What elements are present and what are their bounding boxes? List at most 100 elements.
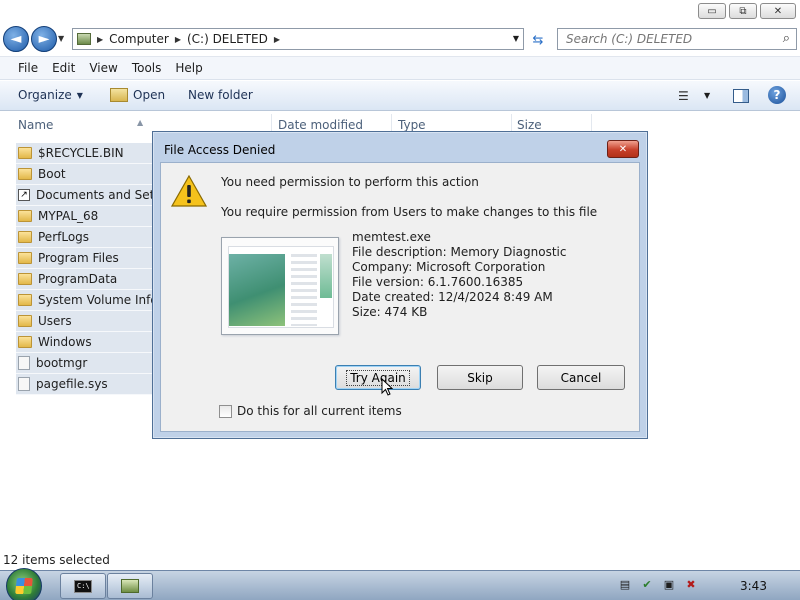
views-button[interactable]: ☰: [678, 89, 689, 103]
navigation-bar: ◄ ► ▼ ▶ Computer ▶ (C:) DELETED ▶ ▼ ⇆ ⌕: [0, 24, 800, 56]
document-icon[interactable]: ▤: [618, 577, 632, 591]
preview-pane-button[interactable]: [733, 89, 749, 103]
apply-to-all-checkbox[interactable]: [219, 404, 232, 418]
file-name: bootmgr: [36, 356, 88, 370]
search-box[interactable]: ⌕: [557, 28, 797, 50]
recent-pages-dropdown[interactable]: ▼: [58, 34, 64, 43]
folder-icon: [18, 147, 32, 159]
folder-icon: [18, 315, 32, 327]
shortcut-icon: ↗: [18, 189, 30, 201]
open-button[interactable]: Open: [110, 88, 165, 102]
close-window-button[interactable]: ✕: [760, 3, 796, 19]
open-folder-icon: [110, 88, 128, 102]
status-bar: 12 items selected: [0, 550, 800, 570]
chevron-right-icon[interactable]: ▶: [97, 35, 103, 44]
search-input[interactable]: [558, 29, 768, 49]
file-access-denied-dialog: File Access Denied ✕ You need permission…: [152, 131, 648, 439]
maximize-button[interactable]: ⧉: [729, 3, 757, 19]
help-button[interactable]: ?: [768, 86, 786, 104]
try-again-button[interactable]: Try Again: [335, 365, 421, 390]
dialog-detail: You require permission from Users to mak…: [221, 205, 598, 219]
menu-view[interactable]: View: [89, 61, 117, 75]
folder-icon: [18, 252, 32, 264]
column-size[interactable]: Size: [517, 118, 542, 132]
clock[interactable]: 3:43: [740, 579, 767, 593]
command-prompt-icon: C:\: [74, 579, 92, 593]
column-date-modified[interactable]: Date modified: [278, 118, 363, 132]
window-titlebar: ▭ ⧉ ✕: [0, 0, 800, 24]
folder-icon: [18, 336, 32, 348]
cancel-button[interactable]: Cancel: [537, 365, 625, 390]
menu-tools[interactable]: Tools: [132, 61, 162, 75]
arrow-right-icon: ►: [38, 31, 50, 47]
dialog-close-button[interactable]: ✕: [607, 140, 639, 158]
file-info-company: Company: Microsoft Corporation: [352, 260, 546, 274]
file-info: memtest.exe File description: Memory Dia…: [352, 230, 566, 320]
taskbar-command-prompt[interactable]: C:\: [60, 573, 106, 599]
file-name: Boot: [38, 167, 66, 181]
breadcrumb-drive[interactable]: (C:) DELETED: [187, 32, 268, 46]
file-info-name: memtest.exe: [352, 230, 431, 244]
file-name: ProgramData: [38, 272, 118, 286]
network-icon[interactable]: ▣: [662, 577, 676, 591]
taskbar: C:\ ▤ ✔ ▣ ✖ 3:43: [0, 568, 800, 600]
selection-status: 12 items selected: [3, 553, 110, 567]
file-info-version: File version: 6.1.7600.16385: [352, 275, 524, 289]
organize-button[interactable]: Organize ▼: [18, 88, 83, 102]
action-center-icon[interactable]: ✔: [640, 577, 654, 591]
system-tray: ▤ ✔ ▣ ✖: [618, 577, 698, 591]
breadcrumb-computer[interactable]: Computer: [109, 32, 169, 46]
explorer-icon: [121, 579, 139, 593]
folder-icon: [18, 273, 32, 285]
folder-icon: [18, 210, 32, 222]
file-info-size: Size: 474 KB: [352, 305, 428, 319]
menu-file[interactable]: File: [18, 61, 38, 75]
file-name: Program Files: [38, 251, 119, 265]
arrow-left-icon: ◄: [10, 31, 22, 47]
file-icon: [18, 377, 30, 391]
column-type[interactable]: Type: [398, 118, 426, 132]
folder-icon: [18, 231, 32, 243]
skip-button[interactable]: Skip: [437, 365, 523, 390]
file-name: $RECYCLE.BIN: [38, 146, 124, 160]
chevron-right-icon[interactable]: ▶: [175, 35, 181, 44]
address-dropdown[interactable]: ▼: [513, 34, 519, 43]
details-view-icon: ☰: [678, 89, 689, 103]
mouse-cursor-icon: [381, 378, 393, 396]
command-bar: Organize ▼ Open New folder ☰ ▼ ?: [0, 81, 800, 111]
file-info-date-created: Date created: 12/4/2024 8:49 AM: [352, 290, 553, 304]
new-folder-button[interactable]: New folder: [188, 88, 253, 102]
back-button[interactable]: ◄: [3, 26, 29, 52]
file-name: Windows: [38, 335, 92, 349]
volume-muted-icon[interactable]: ✖: [684, 577, 698, 591]
start-button[interactable]: [6, 568, 42, 600]
minimize-button[interactable]: ▭: [698, 3, 726, 19]
apply-to-all-option[interactable]: Do this for all current items: [219, 404, 402, 418]
file-name: Users: [38, 314, 72, 328]
dialog-body: You need permission to perform this acti…: [160, 162, 640, 432]
column-name[interactable]: Name: [18, 118, 53, 132]
views-dropdown[interactable]: ▼: [704, 91, 710, 100]
dialog-title: File Access Denied: [164, 143, 276, 157]
thumbnail-preview: [228, 246, 334, 328]
refresh-button[interactable]: ⇆: [528, 30, 548, 50]
chevron-right-icon[interactable]: ▶: [274, 35, 280, 44]
computer-icon: [77, 33, 91, 45]
new-folder-label: New folder: [188, 88, 253, 102]
refresh-icon: ⇆: [532, 32, 544, 48]
dialog-message: You need permission to perform this acti…: [221, 175, 479, 189]
menu-help[interactable]: Help: [175, 61, 202, 75]
try-again-label: Try Again: [346, 369, 410, 386]
apply-to-all-label[interactable]: Do this for all current items: [237, 404, 402, 418]
folder-icon: [18, 294, 32, 306]
menu-edit[interactable]: Edit: [52, 61, 75, 75]
file-name: PerfLogs: [38, 230, 90, 244]
address-bar[interactable]: ▶ Computer ▶ (C:) DELETED ▶ ▼: [72, 28, 524, 50]
menu-bar: File Edit View Tools Help: [0, 56, 800, 80]
search-icon[interactable]: ⌕: [783, 31, 790, 46]
file-name: MYPAL_68: [38, 209, 99, 223]
forward-button[interactable]: ►: [31, 26, 57, 52]
open-label: Open: [133, 88, 166, 102]
taskbar-explorer[interactable]: [107, 573, 153, 599]
caption-buttons: ▭ ⧉ ✕: [698, 3, 796, 19]
